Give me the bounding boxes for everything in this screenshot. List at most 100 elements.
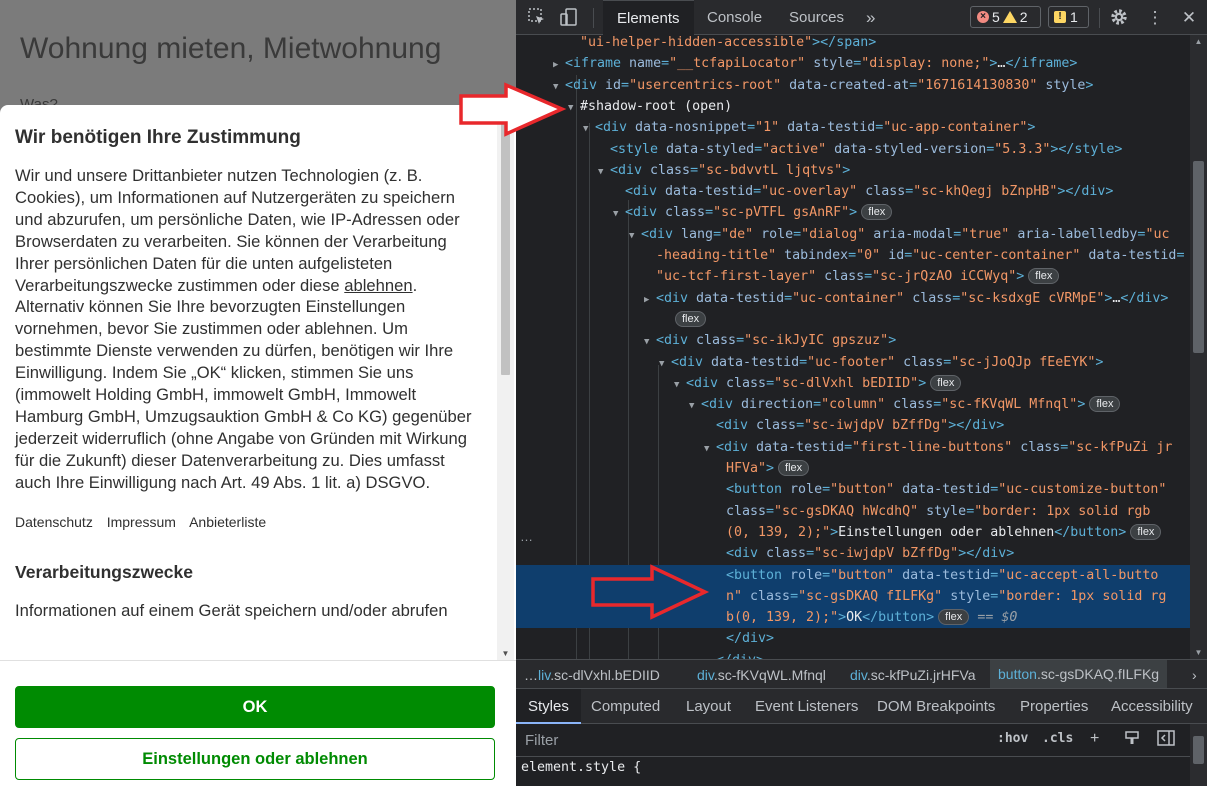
dom-node[interactable]: "uc-tcf-first-layer" class="sc-jrQzAO iC…: [516, 266, 1190, 287]
flex-badge[interactable]: flex: [930, 374, 962, 391]
breadcrumb-item[interactable]: liv.sc-dlVxhl.bEDIID: [538, 667, 660, 683]
reject-link[interactable]: ablehnen: [344, 276, 412, 295]
scrollbar-thumb[interactable]: [1193, 736, 1204, 764]
expand-toggle-icon[interactable]: ▶: [644, 290, 656, 311]
dom-node[interactable]: HFVa"> flex: [516, 458, 1190, 479]
expand-toggle-icon[interactable]: ▼: [613, 204, 625, 225]
dom-node[interactable]: ▼ <div data-testid="uc-footer" class="sc-…: [516, 352, 1190, 373]
dom-node[interactable]: ▶ <div data-testid="uc-container" class="…: [516, 288, 1190, 309]
toggle-sidebar-icon[interactable]: [1157, 730, 1175, 751]
flex-badge[interactable]: flex: [675, 310, 707, 327]
expand-toggle-icon[interactable]: ▼: [568, 98, 580, 119]
dom-node[interactable]: <div class="sc-iwjdpV bZffDg"></div>: [516, 415, 1190, 436]
expand-toggle-icon[interactable]: ▼: [704, 439, 716, 460]
tab-accessibility[interactable]: Accessibility: [1111, 689, 1193, 724]
dom-node[interactable]: <div data-testid="uc-overlay" class="sc-…: [516, 181, 1190, 202]
expand-toggle-icon[interactable]: ▼: [674, 375, 686, 396]
dom-node[interactable]: ▼ <div data-testid="first-line-buttons" c…: [516, 437, 1190, 458]
dom-node[interactable]: class="sc-gsDKAQ hWcdhQ" style="border: …: [516, 501, 1190, 522]
dom-node[interactable]: </div>: [516, 650, 1190, 659]
vendor-list-link[interactable]: Anbieterliste: [189, 514, 266, 530]
breadcrumb-tag: div: [850, 667, 867, 683]
scroll-down-arrow-icon[interactable]: ▼: [1190, 648, 1207, 657]
device-toolbar-icon[interactable]: [558, 7, 580, 29]
error-warning-counter[interactable]: × 5 2: [970, 6, 1041, 28]
expand-toggle-icon[interactable]: ▼: [659, 354, 671, 375]
inspect-element-icon[interactable]: [526, 7, 548, 29]
dom-node[interactable]: ▼ <div direction="column" class="sc-fKVqW…: [516, 394, 1190, 415]
dom-node[interactable]: (0, 139, 2);">Einstellungen oder ablehne…: [516, 522, 1190, 543]
styles-filter-input[interactable]: [519, 728, 985, 752]
dom-node[interactable]: ▼ <div id="usercentrics-root" data-create…: [516, 75, 1190, 96]
tab-event-listeners[interactable]: Event Listeners: [755, 689, 858, 724]
tab-computed[interactable]: Computed: [591, 689, 660, 724]
tab-console[interactable]: Console: [707, 0, 762, 35]
scrollbar-thumb[interactable]: [1193, 161, 1204, 353]
breadcrumb-class: .sc-fKVqWL.Mfnql: [713, 667, 826, 683]
ok-button[interactable]: OK: [15, 686, 495, 728]
settings-gear-icon[interactable]: [1108, 7, 1130, 29]
dom-node[interactable]: ▼ <div class="sc-dlVxhl bEDIID"> flex: [516, 373, 1190, 394]
flex-badge[interactable]: flex: [1028, 268, 1060, 285]
more-options-icon[interactable]: ⋮: [1144, 7, 1166, 29]
dom-node[interactable]: ▼ #shadow-root (open): [516, 96, 1190, 117]
dom-node[interactable]: -heading-title" tabindex="0" id="uc-cent…: [516, 245, 1190, 266]
dom-node[interactable]: ▼ <div class="sc-bdvvtL ljqtvs">: [516, 160, 1190, 181]
close-icon[interactable]: ✕: [1178, 7, 1200, 29]
tab-dom-breakpoints[interactable]: DOM Breakpoints: [877, 689, 995, 724]
expand-toggle-icon[interactable]: ▼: [629, 226, 641, 247]
class-toggle[interactable]: .cls: [1042, 731, 1073, 746]
tab-styles[interactable]: Styles: [516, 689, 581, 724]
flex-badge[interactable]: flex: [1089, 396, 1121, 413]
dom-node[interactable]: ▶ <iframe name="__tcfapiLocator" style="d…: [516, 53, 1190, 74]
consent-scroll-area[interactable]: Wir benötigen Ihre Zustimmung Wir und un…: [0, 105, 500, 660]
selected-node-ellipsis-icon[interactable]: …: [520, 529, 533, 544]
tab-elements[interactable]: Elements: [603, 0, 694, 35]
imprint-link[interactable]: Impressum: [107, 514, 176, 530]
dom-node[interactable]: ▼ <div lang="de" role="dialog" aria-modal…: [516, 224, 1190, 245]
dom-node[interactable]: </div>: [516, 628, 1190, 649]
breadcrumb-item[interactable]: div.sc-fKVqWL.Mfnql: [697, 667, 826, 683]
element-style-selector[interactable]: element.style {: [521, 760, 641, 775]
tab-layout[interactable]: Layout: [686, 689, 731, 724]
expand-toggle-icon[interactable]: ▼: [598, 162, 610, 183]
dom-node[interactable]: ▼ <div data-nosnippet="1" data-testid="uc…: [516, 117, 1190, 138]
tab-sources[interactable]: Sources: [789, 0, 844, 35]
breadcrumb-item-active[interactable]: button.sc-gsDKAQ.fILFKg: [990, 660, 1168, 688]
dom-node[interactable]: <style data-styled="active" data-styled-…: [516, 139, 1190, 160]
dom-node[interactable]: "ui-helper-hidden-accessible"></span>: [516, 35, 1190, 53]
hover-state-toggle[interactable]: :hov: [997, 731, 1028, 746]
paint-brush-icon[interactable]: [1124, 730, 1140, 751]
purpose-item[interactable]: Informationen auf einem Gerät speichern …: [15, 601, 485, 621]
expand-toggle-icon[interactable]: ▼: [583, 119, 595, 140]
styles-scrollbar[interactable]: [1190, 724, 1207, 786]
flex-badge[interactable]: flex: [938, 609, 970, 626]
breadcrumb-overflow[interactable]: …: [524, 667, 538, 683]
expand-toggle-icon[interactable]: ▶: [553, 55, 565, 76]
breadcrumb-scroll-right-icon[interactable]: ›: [1192, 667, 1197, 683]
flex-badge[interactable]: flex: [1130, 523, 1162, 540]
flex-badge[interactable]: flex: [861, 204, 893, 221]
new-style-rule-icon[interactable]: +: [1090, 730, 1099, 748]
consent-scrollbar[interactable]: ▲ ▼: [497, 105, 514, 660]
expand-toggle-icon[interactable]: ▼: [644, 332, 656, 353]
dom-node[interactable]: <button role="button" data-testid="uc-cu…: [516, 479, 1190, 500]
dom-node[interactable]: <div class="sc-iwjdpV bZffDg"></div>: [516, 543, 1190, 564]
scroll-up-arrow-icon[interactable]: ▲: [1190, 37, 1207, 46]
more-tabs-button[interactable]: »: [866, 0, 875, 35]
consent-text: Wir und unsere Drittanbieter nutzen Tech…: [15, 165, 485, 494]
flex-badge[interactable]: flex: [778, 460, 810, 476]
dom-node[interactable]: flex: [516, 309, 1190, 330]
issues-counter[interactable]: ! 1: [1048, 6, 1089, 28]
scroll-down-arrow-icon[interactable]: ▼: [497, 649, 514, 658]
tab-properties[interactable]: Properties: [1020, 689, 1088, 724]
privacy-link[interactable]: Datenschutz: [15, 514, 93, 530]
breadcrumb-item[interactable]: div.sc-kfPuZi.jrHFVa: [850, 667, 976, 683]
expand-toggle-icon[interactable]: ▼: [689, 396, 701, 417]
dom-tree-scrollbar[interactable]: ▲ ▼: [1190, 35, 1207, 659]
scrollbar-thumb[interactable]: [501, 119, 510, 375]
dom-node[interactable]: ▼ <div class="sc-pVTFL gsAnRF"> flex: [516, 202, 1190, 223]
error-icon: ×: [977, 11, 989, 23]
dom-node[interactable]: ▼ <div class="sc-ikJyIC gpszuz">: [516, 330, 1190, 351]
settings-or-reject-button[interactable]: Einstellungen oder ablehnen: [15, 738, 495, 780]
